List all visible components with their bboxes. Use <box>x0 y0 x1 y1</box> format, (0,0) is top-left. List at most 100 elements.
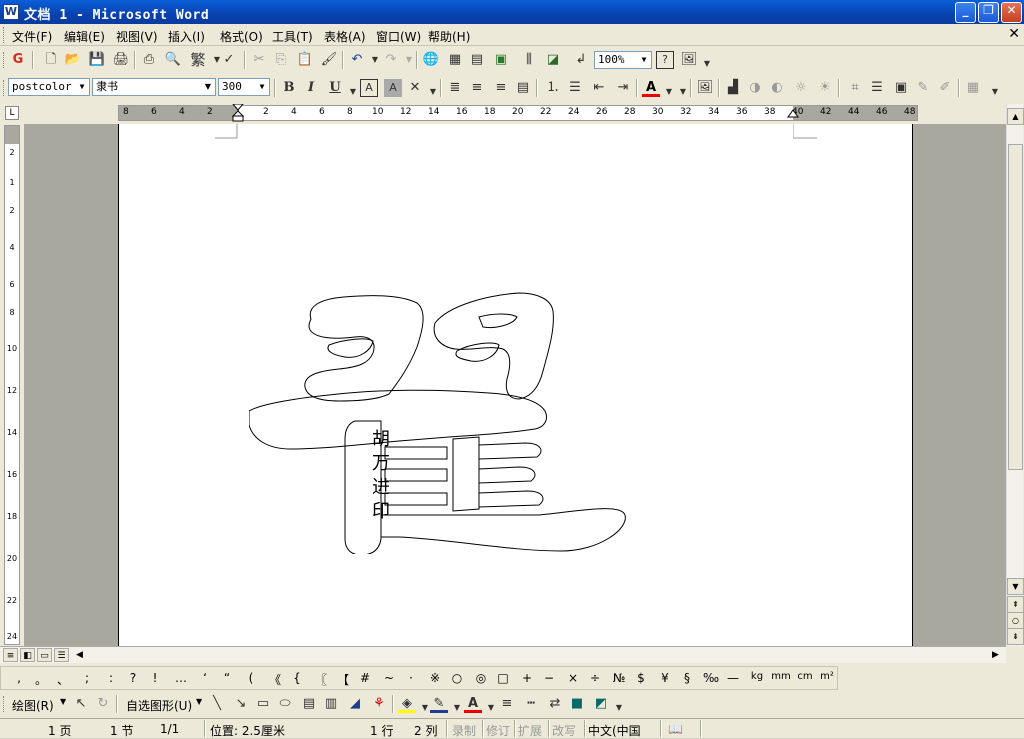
indent-marker-icon[interactable] <box>231 104 245 122</box>
status-ovr[interactable]: 改写 <box>552 722 576 739</box>
font-dropdown-icon[interactable]: ▼ <box>202 80 214 94</box>
new-document-icon[interactable]: 🗋 <box>42 51 60 69</box>
symbol-button[interactable]: □ <box>495 671 511 685</box>
font-size-combo[interactable]: 300 ▼ <box>218 78 270 96</box>
zoom-combo[interactable]: 100% ▼ <box>594 51 652 69</box>
align-center-icon[interactable]: ≡ <box>468 79 486 97</box>
clip-art-icon[interactable]: ⚘ <box>370 695 388 713</box>
style-combo[interactable]: postcolor ▼ <box>8 78 90 96</box>
line-style-tool-icon[interactable]: ≡ <box>498 695 516 713</box>
symbol-button[interactable]: ÷ <box>587 671 603 685</box>
symbol-button[interactable]: cm <box>795 671 815 682</box>
permission-icon[interactable]: 🖨 <box>112 51 130 69</box>
menu-format[interactable]: 格式(O) <box>220 28 263 45</box>
line-color-icon[interactable]: ✎ <box>430 695 448 713</box>
autoshapes-menu-button[interactable]: 自选图形(U) <box>126 697 192 714</box>
previous-page-icon[interactable]: ⇞ <box>1007 596 1024 613</box>
dash-style-icon[interactable]: ┅ <box>522 695 540 713</box>
draw-dropdown-icon[interactable]: ▼ <box>60 697 66 706</box>
symbol-button[interactable]: ; <box>79 671 95 685</box>
traditional-chinese-button[interactable]: 繁 <box>186 51 210 69</box>
menu-insert[interactable]: 插入(I) <box>168 28 205 45</box>
scroll-right-icon[interactable]: ▶ <box>988 648 1003 662</box>
minimize-button[interactable]: _ <box>955 2 976 23</box>
insert-picture-icon[interactable]: 🖼 <box>696 79 714 97</box>
restore-button[interactable]: ❐ <box>978 2 999 23</box>
symbol-button[interactable]: # <box>357 671 373 685</box>
help-icon[interactable]: ? <box>656 51 674 69</box>
copy-icon[interactable]: ⎘ <box>272 51 290 69</box>
status-rec[interactable]: 录制 <box>452 722 476 739</box>
numbering-icon[interactable]: ⒈ <box>544 79 562 97</box>
character-scaling-icon[interactable]: ✕ <box>406 79 424 97</box>
toolbar-grip[interactable] <box>3 696 6 712</box>
symbol-button[interactable]: − <box>541 671 557 685</box>
spelling-status-icon[interactable]: 📖 <box>668 722 683 736</box>
draw-menu-button[interactable]: 绘图(R) <box>12 697 54 714</box>
menu-table[interactable]: 表格(A) <box>324 28 366 45</box>
symbol-button[interactable]: $ <box>633 671 649 685</box>
symbol-button[interactable]: — <box>725 671 741 685</box>
crop-icon[interactable]: ⌗ <box>846 79 864 97</box>
menu-window[interactable]: 窗口(W) <box>376 28 421 45</box>
symbol-button[interactable]: 。 <box>33 671 49 688</box>
line-style-icon[interactable]: ☰ <box>868 79 886 97</box>
select-objects-icon[interactable]: ↖ <box>72 695 90 713</box>
columns-icon[interactable]: ⫼ <box>520 51 538 69</box>
italic-button[interactable]: I <box>302 79 320 97</box>
scroll-left-icon[interactable]: ◀ <box>72 648 87 662</box>
document-page[interactable]: 胡 万 进 印 <box>118 124 913 646</box>
symbol-button[interactable]: … <box>173 671 189 685</box>
insert-table-icon[interactable]: ▤ <box>468 51 486 69</box>
compress-pictures-icon[interactable]: ▣ <box>892 79 910 97</box>
symbol-button[interactable]: 、 <box>55 671 71 688</box>
tab-selector[interactable]: L <box>5 106 19 120</box>
text-box-icon[interactable]: ▤ <box>300 695 318 713</box>
symbol-button[interactable]: m² <box>817 671 837 682</box>
toolbar-options-icon[interactable]: ▼ <box>610 699 628 717</box>
save-icon[interactable]: 💾 <box>88 51 106 69</box>
toolbar-options-icon[interactable]: ▼ <box>698 55 716 73</box>
wordart-icon[interactable]: ◢ <box>346 695 364 713</box>
rectangle-tool-icon[interactable]: ▭ <box>254 695 272 713</box>
format-painter-icon[interactable]: 🖌 <box>320 51 338 69</box>
format-picture-icon[interactable]: ✎ <box>914 79 932 97</box>
scroll-thumb[interactable] <box>1008 144 1023 470</box>
tables-borders-icon[interactable]: ▦ <box>446 51 464 69</box>
bold-button[interactable]: B <box>280 79 298 97</box>
line-tool-icon[interactable]: ╲ <box>208 695 226 713</box>
underline-button[interactable]: U <box>326 79 344 97</box>
status-ext[interactable]: 扩展 <box>518 722 542 739</box>
font-combo[interactable]: 隶书 ▼ <box>92 78 216 96</box>
symbol-button[interactable]: ○ <box>449 671 465 685</box>
symbol-button[interactable]: 《 <box>267 671 283 688</box>
print-layout-icon[interactable]: ▭ <box>37 648 52 662</box>
autoshapes-dropdown-icon[interactable]: ▼ <box>196 697 202 706</box>
web-layout-icon[interactable]: ◧ <box>20 648 35 662</box>
menu-file[interactable]: 文件(F) <box>12 28 52 45</box>
scroll-down-icon[interactable]: ▼ <box>1007 578 1024 595</box>
font-color-icon[interactable]: A <box>642 79 660 97</box>
symbol-button[interactable]: { <box>289 671 305 685</box>
symbol-button[interactable]: ! <box>147 671 163 685</box>
menu-help[interactable]: 帮助(H) <box>428 28 470 45</box>
zoom-dropdown-icon[interactable]: ▼ <box>638 53 650 67</box>
insert-excel-icon[interactable]: ▣ <box>492 51 510 69</box>
align-right-icon[interactable]: ≡ <box>492 79 510 97</box>
symbol-button[interactable]: § <box>679 671 695 685</box>
horizontal-scrollbar[interactable]: ≡ ◧ ▭ ☰ ◀ ▶ <box>0 646 1006 663</box>
symbol-button[interactable]: ¥ <box>657 671 673 685</box>
open-folder-icon[interactable]: 📂 <box>64 51 82 69</box>
less-brightness-icon[interactable]: ☀ <box>816 79 834 97</box>
scroll-up-icon[interactable]: ▲ <box>1007 108 1024 125</box>
menu-tools[interactable]: 工具(T) <box>272 28 313 45</box>
horizontal-ruler[interactable]: 8 6 4 2 2 4 6 8 10 12 14 16 18 20 22 24 … <box>118 104 918 122</box>
select-browse-object-icon[interactable]: ○ <box>1007 612 1024 629</box>
word-app-icon[interactable]: W <box>3 4 19 20</box>
outline-view-icon[interactable]: ☰ <box>54 648 69 662</box>
arrow-tool-icon[interactable]: ↘ <box>232 695 250 713</box>
vertical-scrollbar[interactable]: ▲ ▼ ⇞ ○ ⇟ <box>1006 104 1024 646</box>
toolbar-grip[interactable] <box>3 52 6 68</box>
symbol-button[interactable]: mm <box>771 671 791 682</box>
symbol-button[interactable]: ※ <box>427 671 443 685</box>
